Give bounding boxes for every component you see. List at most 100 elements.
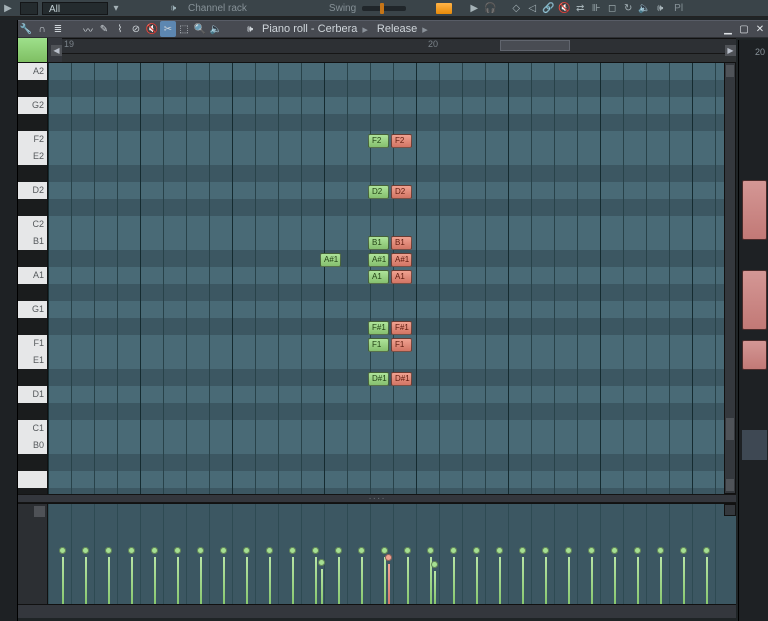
speaker2-icon[interactable]: 🕪 [652, 2, 668, 15]
vscroll-up-button[interactable] [726, 65, 734, 77]
pattern-dropdown-icon[interactable]: ▾ [108, 2, 124, 15]
velocity-scrollbutton[interactable] [724, 504, 736, 516]
dotted-rect-icon[interactable]: ◻ [604, 2, 620, 15]
midi-note[interactable]: D#1 [368, 372, 389, 386]
piano-key[interactable] [18, 250, 47, 267]
zoom-tool-icon[interactable]: 🔍 [192, 21, 208, 37]
paint-tool-icon[interactable]: ✎ [96, 21, 112, 37]
velocity-stick[interactable] [637, 557, 639, 604]
velocity-handle[interactable] [381, 547, 388, 554]
velocity-handle[interactable] [385, 554, 392, 561]
playlist-clip[interactable] [742, 270, 767, 330]
playlist-clip-grey[interactable] [742, 430, 767, 460]
breadcrumb-channel[interactable]: Piano roll - Cerbera [262, 23, 357, 35]
playlist-clip[interactable] [742, 180, 767, 240]
midi-note[interactable]: A1 [391, 270, 412, 284]
headphones-icon[interactable]: 🎧 [482, 2, 498, 15]
velocity-handle[interactable] [128, 547, 135, 554]
velocity-handle[interactable] [542, 547, 549, 554]
midi-note[interactable]: F1 [368, 338, 389, 352]
pattern-step-combo[interactable] [20, 2, 38, 15]
pl-label[interactable]: Pl [674, 3, 683, 14]
velocity-stick[interactable] [223, 557, 225, 604]
velocity-handle[interactable] [473, 547, 480, 554]
piano-key[interactable] [18, 471, 47, 488]
draw-tool-icon[interactable]: 〰 [80, 21, 96, 37]
velocity-stick[interactable] [568, 557, 570, 604]
velocity-stick[interactable] [315, 557, 317, 604]
velocity-stick[interactable] [384, 557, 386, 604]
midi-note[interactable]: A#1 [391, 253, 412, 267]
transport-play-icon[interactable]: ▶ [466, 2, 482, 15]
velocity-stick[interactable] [453, 557, 455, 604]
velocity-handle[interactable] [519, 547, 526, 554]
midi-note[interactable]: B1 [368, 236, 389, 250]
velocity-handle[interactable] [427, 547, 434, 554]
vertical-scrollbar[interactable] [724, 62, 736, 494]
velocity-handle[interactable] [289, 547, 296, 554]
velocity-handle[interactable] [151, 547, 158, 554]
velocity-stick[interactable] [338, 557, 340, 604]
velocity-stick[interactable] [361, 557, 363, 604]
velocity-handle[interactable] [657, 547, 664, 554]
velocity-stick[interactable] [706, 557, 708, 604]
midi-note[interactable]: F#1 [368, 321, 389, 335]
link-icon[interactable]: 🔗 [540, 2, 556, 15]
brush-tool-icon[interactable]: ⌇ [112, 21, 128, 37]
piano-key[interactable] [18, 80, 47, 97]
play-icon[interactable]: ▶ [0, 2, 16, 15]
velocity-handle[interactable] [358, 547, 365, 554]
scroll-right-button[interactable]: ▶ [725, 45, 736, 56]
velocity-handle[interactable] [703, 547, 710, 554]
piano-key[interactable] [18, 318, 47, 335]
velocity-handle[interactable] [450, 547, 457, 554]
cycle-icon[interactable]: ↻ [620, 2, 636, 15]
midi-note[interactable]: D2 [391, 185, 412, 199]
breadcrumb-layer[interactable]: Release [377, 23, 417, 35]
channel-icon[interactable]: 🕪 [242, 21, 258, 37]
velocity-handle[interactable] [266, 547, 273, 554]
piano-roll-titlebar[interactable]: 🔧 ∩ ≣ 〰 ✎ ⌇ ⊘ 🔇 ✂ ⬚ 🔍 🔈 🕪 Piano roll - C… [18, 20, 768, 38]
velocity-stick[interactable] [246, 557, 248, 604]
timeline-ruler[interactable]: 19 20 ▶ [62, 38, 736, 62]
midi-note[interactable]: B1 [391, 236, 412, 250]
velocity-handle[interactable] [565, 547, 572, 554]
piano-key[interactable] [18, 369, 47, 386]
ruler[interactable] [62, 53, 736, 62]
velocity-handle[interactable] [174, 547, 181, 554]
close-button[interactable]: ✕ [752, 21, 768, 37]
velocity-handle[interactable] [335, 547, 342, 554]
alignment-icon[interactable]: ⊪ [588, 2, 604, 15]
loop-marker[interactable] [500, 40, 570, 51]
erase-tool-icon[interactable]: ⊘ [128, 21, 144, 37]
shuffle-icon[interactable]: ⇄ [572, 2, 588, 15]
velocity-stick[interactable] [591, 557, 593, 604]
velocity-handle[interactable] [220, 547, 227, 554]
velocity-stick[interactable] [321, 569, 323, 604]
midi-note[interactable]: D#1 [391, 372, 412, 386]
minimize-button[interactable]: ▁ [720, 21, 736, 37]
select-tool-icon[interactable]: ⬚ [176, 21, 192, 37]
mute-tool-icon[interactable]: 🔇 [144, 21, 160, 37]
midi-note[interactable]: F#1 [391, 321, 412, 335]
velocity-stick[interactable] [292, 557, 294, 604]
velocity-stick[interactable] [108, 557, 110, 604]
maximize-button[interactable]: ▢ [736, 21, 752, 37]
velocity-stick[interactable] [269, 557, 271, 604]
swing-fader[interactable] [362, 6, 406, 11]
velocity-handle[interactable] [404, 547, 411, 554]
velocity-handle[interactable] [680, 547, 687, 554]
velocity-stick[interactable] [154, 557, 156, 604]
vscroll-thumb[interactable] [726, 418, 734, 440]
midi-note[interactable]: A#1 [368, 253, 389, 267]
vscroll-down-button[interactable] [726, 479, 734, 491]
velocity-stick[interactable] [660, 557, 662, 604]
midi-note[interactable]: D2 [368, 185, 389, 199]
scroll-lock-icon[interactable]: ◁ [524, 2, 540, 15]
velocity-stick[interactable] [62, 557, 64, 604]
playlist-mini[interactable]: 20 [738, 40, 768, 621]
slice-tool-icon[interactable]: ✂ [160, 21, 176, 37]
velocity-handle[interactable] [496, 547, 503, 554]
magnet-icon[interactable]: ∩ [34, 21, 50, 37]
velocity-handle[interactable] [611, 547, 618, 554]
